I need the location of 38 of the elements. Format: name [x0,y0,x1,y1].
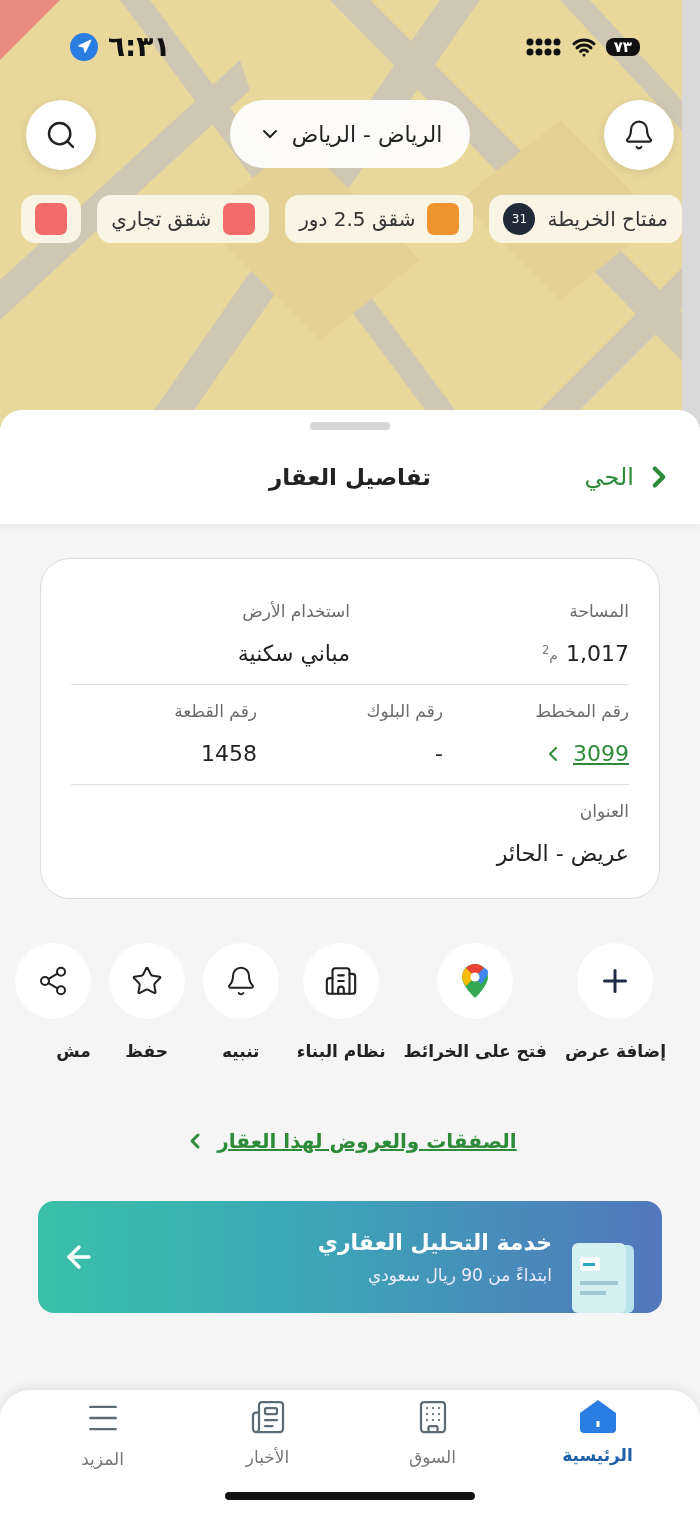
field-label: المساحة [569,601,629,621]
drag-handle[interactable] [310,422,390,430]
count-badge: 31 [503,203,536,235]
action-button[interactable]: فتح على الخرائط [403,943,547,1061]
banner-title: خدمة التحليل العقاري [317,1229,552,1255]
field-value: 1458 [201,741,257,766]
star-icon [130,965,163,997]
field-label: رقم المخطط [535,701,629,721]
home-icon [578,1399,617,1433]
tab-item[interactable]: الرئيسية [537,1398,658,1470]
category-chip[interactable] [21,195,82,243]
banner-subtitle: ابتداءً من 90 ريال سعودي [367,1264,552,1285]
field-label: رقم البلوك [366,701,443,721]
signal-icon [525,36,562,57]
field-label: العنوان [579,801,629,821]
tab-item[interactable]: الأخبار [207,1398,328,1470]
field-value: 1,017 [566,641,629,666]
plan-link[interactable]: 3099 [541,741,629,766]
field-value: - [435,741,443,766]
back-button[interactable]: الحي [578,459,682,495]
field-label: استخدام الأرض [242,601,350,621]
field-label: رقم القطعة [174,701,257,721]
search-icon [45,119,77,151]
field-value: مباني سكنية [237,641,350,666]
category-chip[interactable]: شقق تجاري [97,195,270,243]
deals-link[interactable]: الصفقات والعروض لهذا العقار [183,1129,517,1153]
tab-item[interactable]: المزيد [42,1398,163,1470]
category-chip[interactable]: شقق 2.5 دور [285,195,474,243]
map-pin-icon [462,964,489,998]
action-button[interactable]: إضافة عرض [564,943,666,1061]
tab-item[interactable]: السوق [372,1398,493,1470]
document-icon [249,1399,286,1435]
city-selector[interactable]: الرياض - الرياض [230,100,470,168]
status-time: ٦:٣١ [108,30,171,63]
sheet-title: تفاصيل العقار [269,464,431,490]
building-icon [324,964,359,998]
field-value: عريض - الحائر [496,841,629,866]
bell-icon [623,119,655,151]
